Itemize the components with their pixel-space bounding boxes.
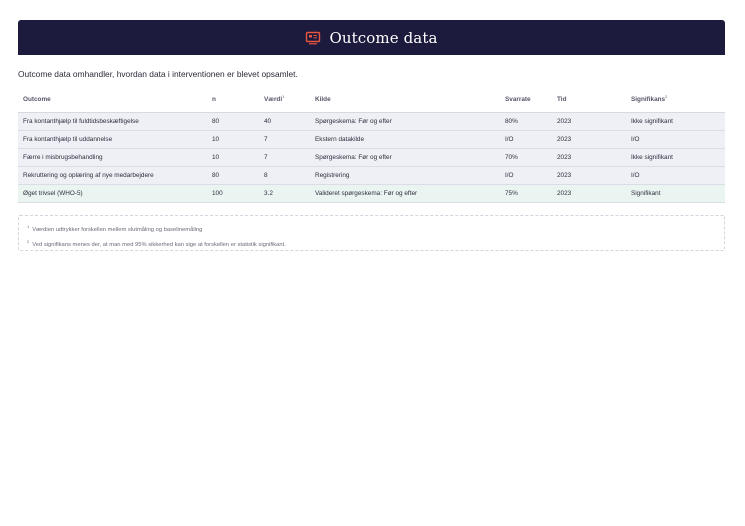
cell-svarrate: 70% (500, 148, 552, 167)
cell-vaerdi: 8 (259, 166, 310, 185)
table-row-highlighted: Øget trivsel (WHO-5) 100 3.2 Valideret s… (18, 184, 725, 203)
table-row: Fra kontanthjælp til fuldtidsbeskæftigel… (18, 112, 725, 131)
cell-outcome: Fra kontanthjælp til fuldtidsbeskæftigel… (18, 112, 207, 131)
cell-vaerdi: 7 (259, 148, 310, 167)
cell-n: 80 (207, 166, 259, 185)
footnote-mark: 2 (27, 238, 30, 244)
column-header-outcome: Outcome (18, 86, 207, 113)
column-header-signifikans: Signifikans2 (626, 86, 725, 113)
cell-kilde: Registrering (310, 166, 500, 185)
cell-n: 10 (207, 148, 259, 167)
cell-kilde: Valideret spørgeskema: Før og efter (310, 184, 500, 203)
cell-tid: 2023 (552, 184, 626, 203)
cell-vaerdi: 3.2 (259, 184, 310, 203)
column-header-svarrate: Svarrate (500, 86, 552, 113)
page-title: Outcome data (329, 28, 438, 47)
footnote-text: Ved signifikans menes der, at man med 95… (32, 241, 286, 248)
cell-signifikans: Ikke signifikant (626, 112, 725, 131)
cell-signifikans: I/O (626, 130, 725, 149)
cell-outcome: Færre i misbrugsbehandling (18, 148, 207, 167)
cell-n: 100 (207, 184, 259, 203)
cell-vaerdi: 40 (259, 112, 310, 131)
cell-outcome: Rekruttering og oplæring af nye medarbej… (18, 166, 207, 185)
card-header: Outcome data (18, 20, 725, 55)
cell-tid: 2023 (552, 112, 626, 131)
table-row: Færre i misbrugsbehandling 10 7 Spørgesk… (18, 148, 725, 167)
footnote-ref-1: 1 (282, 94, 285, 100)
outcome-table: Outcome n Værdi1 Kilde Svarrate Tid Sign… (18, 86, 725, 203)
footnote: 2Ved signifikans menes der, at man med 9… (27, 236, 716, 251)
cell-tid: 2023 (552, 166, 626, 185)
outcome-card: Outcome data Outcome data omhandler, hvo… (18, 20, 725, 251)
cell-signifikans: I/O (626, 166, 725, 185)
cell-kilde: Spørgeskema: Før og efter (310, 112, 500, 131)
table-row: Fra kontanthjælp til uddannelse 10 7 Eks… (18, 130, 725, 149)
footnote-mark: 1 (27, 224, 30, 229)
column-header-vaerdi: Værdi1 (259, 86, 310, 113)
cell-kilde: Spørgeskema: Før og efter (310, 148, 500, 167)
cell-n: 10 (207, 130, 259, 149)
intro-text: Outcome data omhandler, hvordan data i i… (18, 69, 298, 79)
footnote: 1Værdien udtrykker forskellen mellem slu… (27, 221, 716, 236)
cell-outcome: Fra kontanthjælp til uddannelse (18, 130, 207, 149)
column-header-tid: Tid (552, 86, 626, 113)
cell-svarrate: 80% (500, 112, 552, 131)
footnote-ref-2: 2 (665, 94, 668, 100)
table-header-row: Outcome n Værdi1 Kilde Svarrate Tid Sign… (18, 86, 725, 113)
cell-kilde: Ekstern datakilde (310, 130, 500, 149)
footnote-text: Værdien udtrykker forskellen mellem slut… (32, 226, 203, 233)
cell-svarrate: I/O (500, 130, 552, 149)
cell-outcome: Øget trivsel (WHO-5) (18, 184, 207, 203)
cell-n: 80 (207, 112, 259, 131)
presentation-icon (305, 31, 321, 45)
cell-svarrate: I/O (500, 166, 552, 185)
column-header-kilde: Kilde (310, 86, 500, 113)
column-header-n: n (207, 86, 259, 113)
footnotes-box: 1Værdien udtrykker forskellen mellem slu… (18, 215, 725, 251)
cell-svarrate: 75% (500, 184, 552, 203)
cell-tid: 2023 (552, 148, 626, 167)
cell-tid: 2023 (552, 130, 626, 149)
cell-signifikans: Signifikant (626, 184, 725, 203)
cell-signifikans: Ikke signifikant (626, 148, 725, 167)
cell-vaerdi: 7 (259, 130, 310, 149)
table-row: Rekruttering og oplæring af nye medarbej… (18, 166, 725, 185)
